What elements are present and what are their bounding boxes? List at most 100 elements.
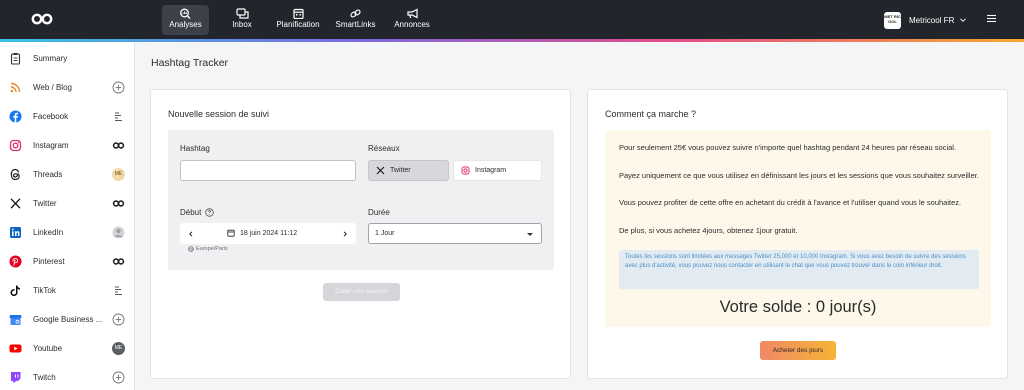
x-icon	[376, 166, 385, 175]
sidebar-item-pinterest[interactable]: Pinterest	[0, 247, 135, 276]
hamburger-menu-icon[interactable]	[987, 14, 996, 23]
linked-account-icon[interactable]	[112, 197, 125, 210]
megaphone-icon	[406, 8, 418, 19]
sidebar-item-twitter[interactable]: Twitter	[0, 189, 135, 218]
avatar[interactable]: ME	[112, 168, 125, 181]
create-session-button[interactable]: Créer une session	[323, 283, 400, 301]
duration-label: Durée	[368, 208, 390, 217]
add-circle-icon[interactable]	[112, 371, 125, 384]
avatar[interactable]: ME	[112, 342, 125, 355]
add-circle-icon[interactable]	[112, 81, 125, 94]
card-title: Nouvelle session de suivi	[168, 109, 270, 119]
menu-lines-icon[interactable]	[112, 284, 125, 297]
start-date-value: 18 juin 2024 11:12	[240, 229, 298, 237]
facebook-icon	[9, 110, 22, 123]
globe-icon	[188, 246, 194, 252]
sidebar-item-youtube[interactable]: Youtube ME	[0, 334, 135, 363]
google-business-icon	[9, 315, 22, 325]
info-paragraph: Pour seulement 25€ vous pouvez suivre n'…	[619, 143, 957, 152]
nav-label: Planification	[276, 20, 320, 29]
tiktok-icon	[10, 285, 20, 296]
help-circle-icon[interactable]	[205, 208, 215, 217]
nav-label: Analyses	[169, 20, 202, 29]
duration-select[interactable]: 1 Jour	[368, 223, 542, 244]
chevron-down-icon	[960, 18, 967, 22]
nav-smartlinks[interactable]: SmartLinks	[333, 5, 378, 35]
sidebar-item-label: Twitter	[33, 199, 57, 208]
x-icon	[10, 198, 21, 209]
account-name: Metricool FR	[909, 15, 955, 25]
menu-lines-icon[interactable]	[112, 110, 125, 123]
nav-annonces[interactable]: Annonces	[392, 5, 432, 35]
nav-inbox[interactable]: Inbox	[226, 5, 258, 35]
account-logo: MET RIC OOL	[884, 11, 901, 29]
limits-notice: Toutes les sessions sont limitées aux me…	[619, 250, 979, 289]
sidebar-item-facebook[interactable]: Facebook	[0, 102, 135, 131]
info-paragraph: De plus, si vous achetez 4jours, obtenez…	[619, 226, 798, 235]
add-circle-icon[interactable]	[112, 313, 125, 326]
pinterest-icon	[9, 255, 22, 268]
accent-gradient-strip	[0, 39, 1024, 42]
sidebar-item-label: Twitch	[33, 373, 56, 382]
nav-label: SmartLinks	[335, 20, 376, 29]
chevron-left-icon	[189, 230, 193, 237]
nav-planification[interactable]: Planification	[274, 5, 322, 35]
avatar[interactable]	[112, 226, 125, 239]
threads-icon	[10, 168, 20, 181]
sidebar-item-linkedin[interactable]: LinkedIn	[0, 218, 135, 247]
inbox-icon	[235, 8, 249, 19]
network-label: Instagram	[475, 167, 507, 174]
sidebar-item-label: TikTok	[33, 286, 56, 295]
nav-analyses[interactable]: Analyses	[162, 5, 209, 35]
start-label: Début	[180, 208, 202, 217]
network-toggle-twitter[interactable]: Twitter	[368, 160, 449, 181]
previous-date-button[interactable]	[182, 223, 200, 244]
sidebar-item-label: Facebook	[33, 112, 69, 121]
buy-days-button[interactable]: Acheter des jours	[760, 341, 836, 360]
hashtag-input[interactable]	[180, 160, 356, 181]
sidebar: Summary Web / Blog Facebook Instagram Th…	[0, 42, 135, 390]
sidebar-item-web-blog[interactable]: Web / Blog	[0, 73, 135, 102]
analytics-search-icon	[180, 8, 191, 19]
page-title: Hashtag Tracker	[151, 57, 229, 69]
info-paragraph: Vous pouvez profiter de cette offre en a…	[619, 198, 962, 207]
sidebar-item-label: Youtube	[33, 344, 63, 353]
sidebar-item-instagram[interactable]: Instagram	[0, 131, 135, 160]
youtube-icon	[9, 344, 22, 353]
next-date-button[interactable]	[336, 223, 354, 244]
nav-label: Inbox	[232, 20, 252, 29]
sidebar-item-threads[interactable]: Threads ME	[0, 160, 135, 189]
network-toggle-instagram[interactable]: Instagram	[453, 160, 542, 181]
sidebar-item-twitch[interactable]: Twitch	[0, 363, 135, 390]
linked-account-icon[interactable]	[112, 139, 125, 152]
metricool-logo-icon[interactable]	[31, 12, 53, 26]
balance-display: Votre solde : 0 jour(s)	[719, 298, 877, 316]
sidebar-item-label: LinkedIn	[33, 228, 64, 237]
instagram-icon	[9, 139, 22, 152]
sidebar-item-label: Instagram	[33, 141, 69, 150]
top-navigation-bar: Analyses Inbox Planification SmartLinks …	[0, 0, 1024, 39]
linked-account-icon[interactable]	[112, 255, 125, 268]
sidebar-item-label: Summary	[33, 54, 68, 63]
account-switcher[interactable]: MET RIC OOL Metricool FR	[884, 11, 967, 29]
nav-label: Annonces	[394, 20, 430, 29]
sidebar-item-label: Google Business ...	[33, 315, 103, 324]
new-session-card: Nouvelle session de suivi Hashtag Réseau…	[150, 89, 571, 379]
caret-down-icon	[527, 233, 533, 236]
timezone-value: Europe/Paris	[196, 246, 228, 252]
duration-value: 1 Jour	[375, 230, 395, 237]
card-title: Comment ça marche ?	[605, 109, 697, 119]
timezone-note: Europe/Paris	[188, 246, 228, 252]
networks-label: Réseaux	[368, 144, 400, 153]
instagram-icon	[461, 166, 470, 175]
date-display[interactable]: 18 juin 2024 11:12	[227, 229, 297, 237]
info-panel: Pour seulement 25€ vous pouvez suivre n'…	[605, 130, 991, 327]
sidebar-item-tiktok[interactable]: TikTok	[0, 276, 135, 305]
sidebar-item-summary[interactable]: Summary	[0, 44, 135, 73]
link-icon	[350, 9, 361, 18]
calendar-icon	[227, 229, 235, 237]
calendar-icon	[292, 8, 304, 19]
network-label: Twitter	[390, 167, 411, 174]
sidebar-item-google-business[interactable]: Google Business ...	[0, 305, 135, 334]
twitch-icon	[11, 372, 21, 383]
